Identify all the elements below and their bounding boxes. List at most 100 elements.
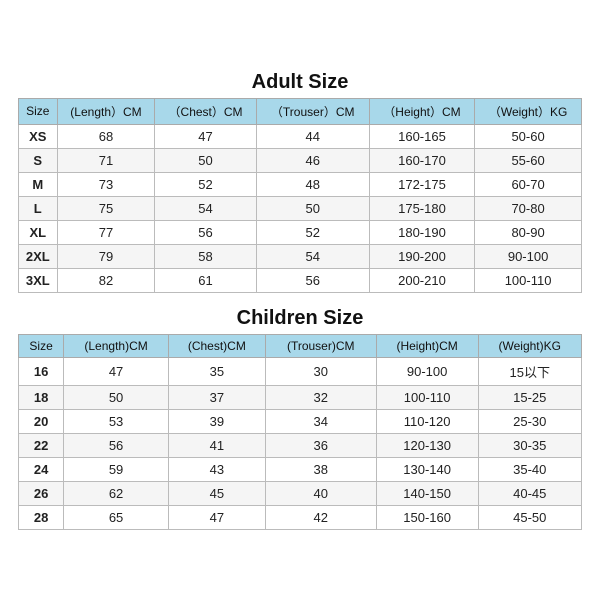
adult-table-cell: 200-210 <box>369 268 474 292</box>
children-table-row: 26624540140-15040-45 <box>19 481 582 505</box>
adult-table-cell: 60-70 <box>475 172 582 196</box>
children-header-cell: (Length)CM <box>64 334 169 357</box>
children-table-row: 20533934110-12025-30 <box>19 409 582 433</box>
main-container: Adult Size Size(Length）CM（Chest）CM（Trous… <box>10 57 590 544</box>
children-table-cell: 32 <box>265 385 376 409</box>
children-table-cell: 45 <box>168 481 265 505</box>
adult-table-cell: 56 <box>256 268 369 292</box>
adult-table-cell: 190-200 <box>369 244 474 268</box>
adult-table-row: M735248172-17560-70 <box>19 172 582 196</box>
children-header-cell: (Height)CM <box>376 334 478 357</box>
adult-header-cell: Size <box>19 98 58 124</box>
children-table-cell: 53 <box>64 409 169 433</box>
adult-table-cell: 160-170 <box>369 148 474 172</box>
children-table-cell: 65 <box>64 505 169 529</box>
children-table-cell: 22 <box>19 433 64 457</box>
children-table-cell: 15以下 <box>478 357 581 385</box>
children-table-cell: 110-120 <box>376 409 478 433</box>
children-table-cell: 36 <box>265 433 376 457</box>
adult-table-cell: 52 <box>155 172 256 196</box>
children-table-row: 18503732100-11015-25 <box>19 385 582 409</box>
adult-header-cell: (Length）CM <box>57 98 155 124</box>
children-table-cell: 35-40 <box>478 457 581 481</box>
adult-table-cell: 68 <box>57 124 155 148</box>
adult-table-cell: 46 <box>256 148 369 172</box>
adult-table-cell: 50-60 <box>475 124 582 148</box>
children-table-cell: 34 <box>265 409 376 433</box>
children-table-cell: 47 <box>64 357 169 385</box>
adult-table-cell: 52 <box>256 220 369 244</box>
adult-table-cell: 100-110 <box>475 268 582 292</box>
children-table-cell: 45-50 <box>478 505 581 529</box>
adult-table-cell: 58 <box>155 244 256 268</box>
adult-table-cell: 75 <box>57 196 155 220</box>
adult-table-row: XL775652180-19080-90 <box>19 220 582 244</box>
children-table-row: 24594338130-14035-40 <box>19 457 582 481</box>
adult-table-cell: 172-175 <box>369 172 474 196</box>
adult-table-cell: 50 <box>256 196 369 220</box>
adult-table-cell: 44 <box>256 124 369 148</box>
adult-table-cell: XS <box>19 124 58 148</box>
children-table-row: 28654742150-16045-50 <box>19 505 582 529</box>
adult-table-cell: 73 <box>57 172 155 196</box>
children-table-cell: 120-130 <box>376 433 478 457</box>
children-size-table: Size(Length)CM(Chest)CM(Trouser)CM(Heigh… <box>18 334 582 530</box>
children-table-cell: 130-140 <box>376 457 478 481</box>
adult-table-cell: 3XL <box>19 268 58 292</box>
adult-table-row: XS684744160-16550-60 <box>19 124 582 148</box>
adult-table-cell: 82 <box>57 268 155 292</box>
adult-table-row: S715046160-17055-60 <box>19 148 582 172</box>
adult-header-cell: （Weight）KG <box>475 98 582 124</box>
adult-table-cell: 61 <box>155 268 256 292</box>
adult-table-cell: 2XL <box>19 244 58 268</box>
children-header-cell: (Trouser)CM <box>265 334 376 357</box>
adult-table-cell: 56 <box>155 220 256 244</box>
adult-table-cell: 80-90 <box>475 220 582 244</box>
children-table-cell: 24 <box>19 457 64 481</box>
children-table-cell: 26 <box>19 481 64 505</box>
adult-table-cell: 70-80 <box>475 196 582 220</box>
adult-table-cell: 77 <box>57 220 155 244</box>
children-table-row: 1647353090-10015以下 <box>19 357 582 385</box>
adult-table-row: 2XL795854190-20090-100 <box>19 244 582 268</box>
children-table-cell: 39 <box>168 409 265 433</box>
adult-table-cell: 50 <box>155 148 256 172</box>
adult-table-cell: 54 <box>256 244 369 268</box>
adult-table-cell: L <box>19 196 58 220</box>
children-table-cell: 30-35 <box>478 433 581 457</box>
children-table-row: 22564136120-13030-35 <box>19 433 582 457</box>
adult-table-cell: XL <box>19 220 58 244</box>
children-table-cell: 41 <box>168 433 265 457</box>
children-header-cell: Size <box>19 334 64 357</box>
adult-table-cell: 160-165 <box>369 124 474 148</box>
children-header-cell: (Weight)KG <box>478 334 581 357</box>
children-table-cell: 150-160 <box>376 505 478 529</box>
adult-size-table: Size(Length）CM（Chest）CM（Trouser）CM（Heigh… <box>18 98 582 293</box>
adult-size-title: Adult Size <box>18 65 582 98</box>
children-table-cell: 140-150 <box>376 481 478 505</box>
adult-table-cell: 48 <box>256 172 369 196</box>
children-table-cell: 62 <box>64 481 169 505</box>
children-table-cell: 15-25 <box>478 385 581 409</box>
children-table-cell: 42 <box>265 505 376 529</box>
children-table-cell: 56 <box>64 433 169 457</box>
children-table-cell: 16 <box>19 357 64 385</box>
children-table-cell: 20 <box>19 409 64 433</box>
children-table-cell: 100-110 <box>376 385 478 409</box>
adult-table-cell: S <box>19 148 58 172</box>
adult-header-cell: （Chest）CM <box>155 98 256 124</box>
children-table-cell: 40 <box>265 481 376 505</box>
adult-table-row: L755450175-18070-80 <box>19 196 582 220</box>
children-table-cell: 43 <box>168 457 265 481</box>
children-table-cell: 37 <box>168 385 265 409</box>
adult-table-row: 3XL826156200-210100-110 <box>19 268 582 292</box>
children-table-cell: 35 <box>168 357 265 385</box>
children-table-cell: 47 <box>168 505 265 529</box>
adult-header-cell: （Trouser）CM <box>256 98 369 124</box>
children-size-title: Children Size <box>18 299 582 334</box>
children-table-cell: 40-45 <box>478 481 581 505</box>
children-header-cell: (Chest)CM <box>168 334 265 357</box>
children-table-cell: 38 <box>265 457 376 481</box>
adult-table-cell: 54 <box>155 196 256 220</box>
adult-table-cell: 175-180 <box>369 196 474 220</box>
